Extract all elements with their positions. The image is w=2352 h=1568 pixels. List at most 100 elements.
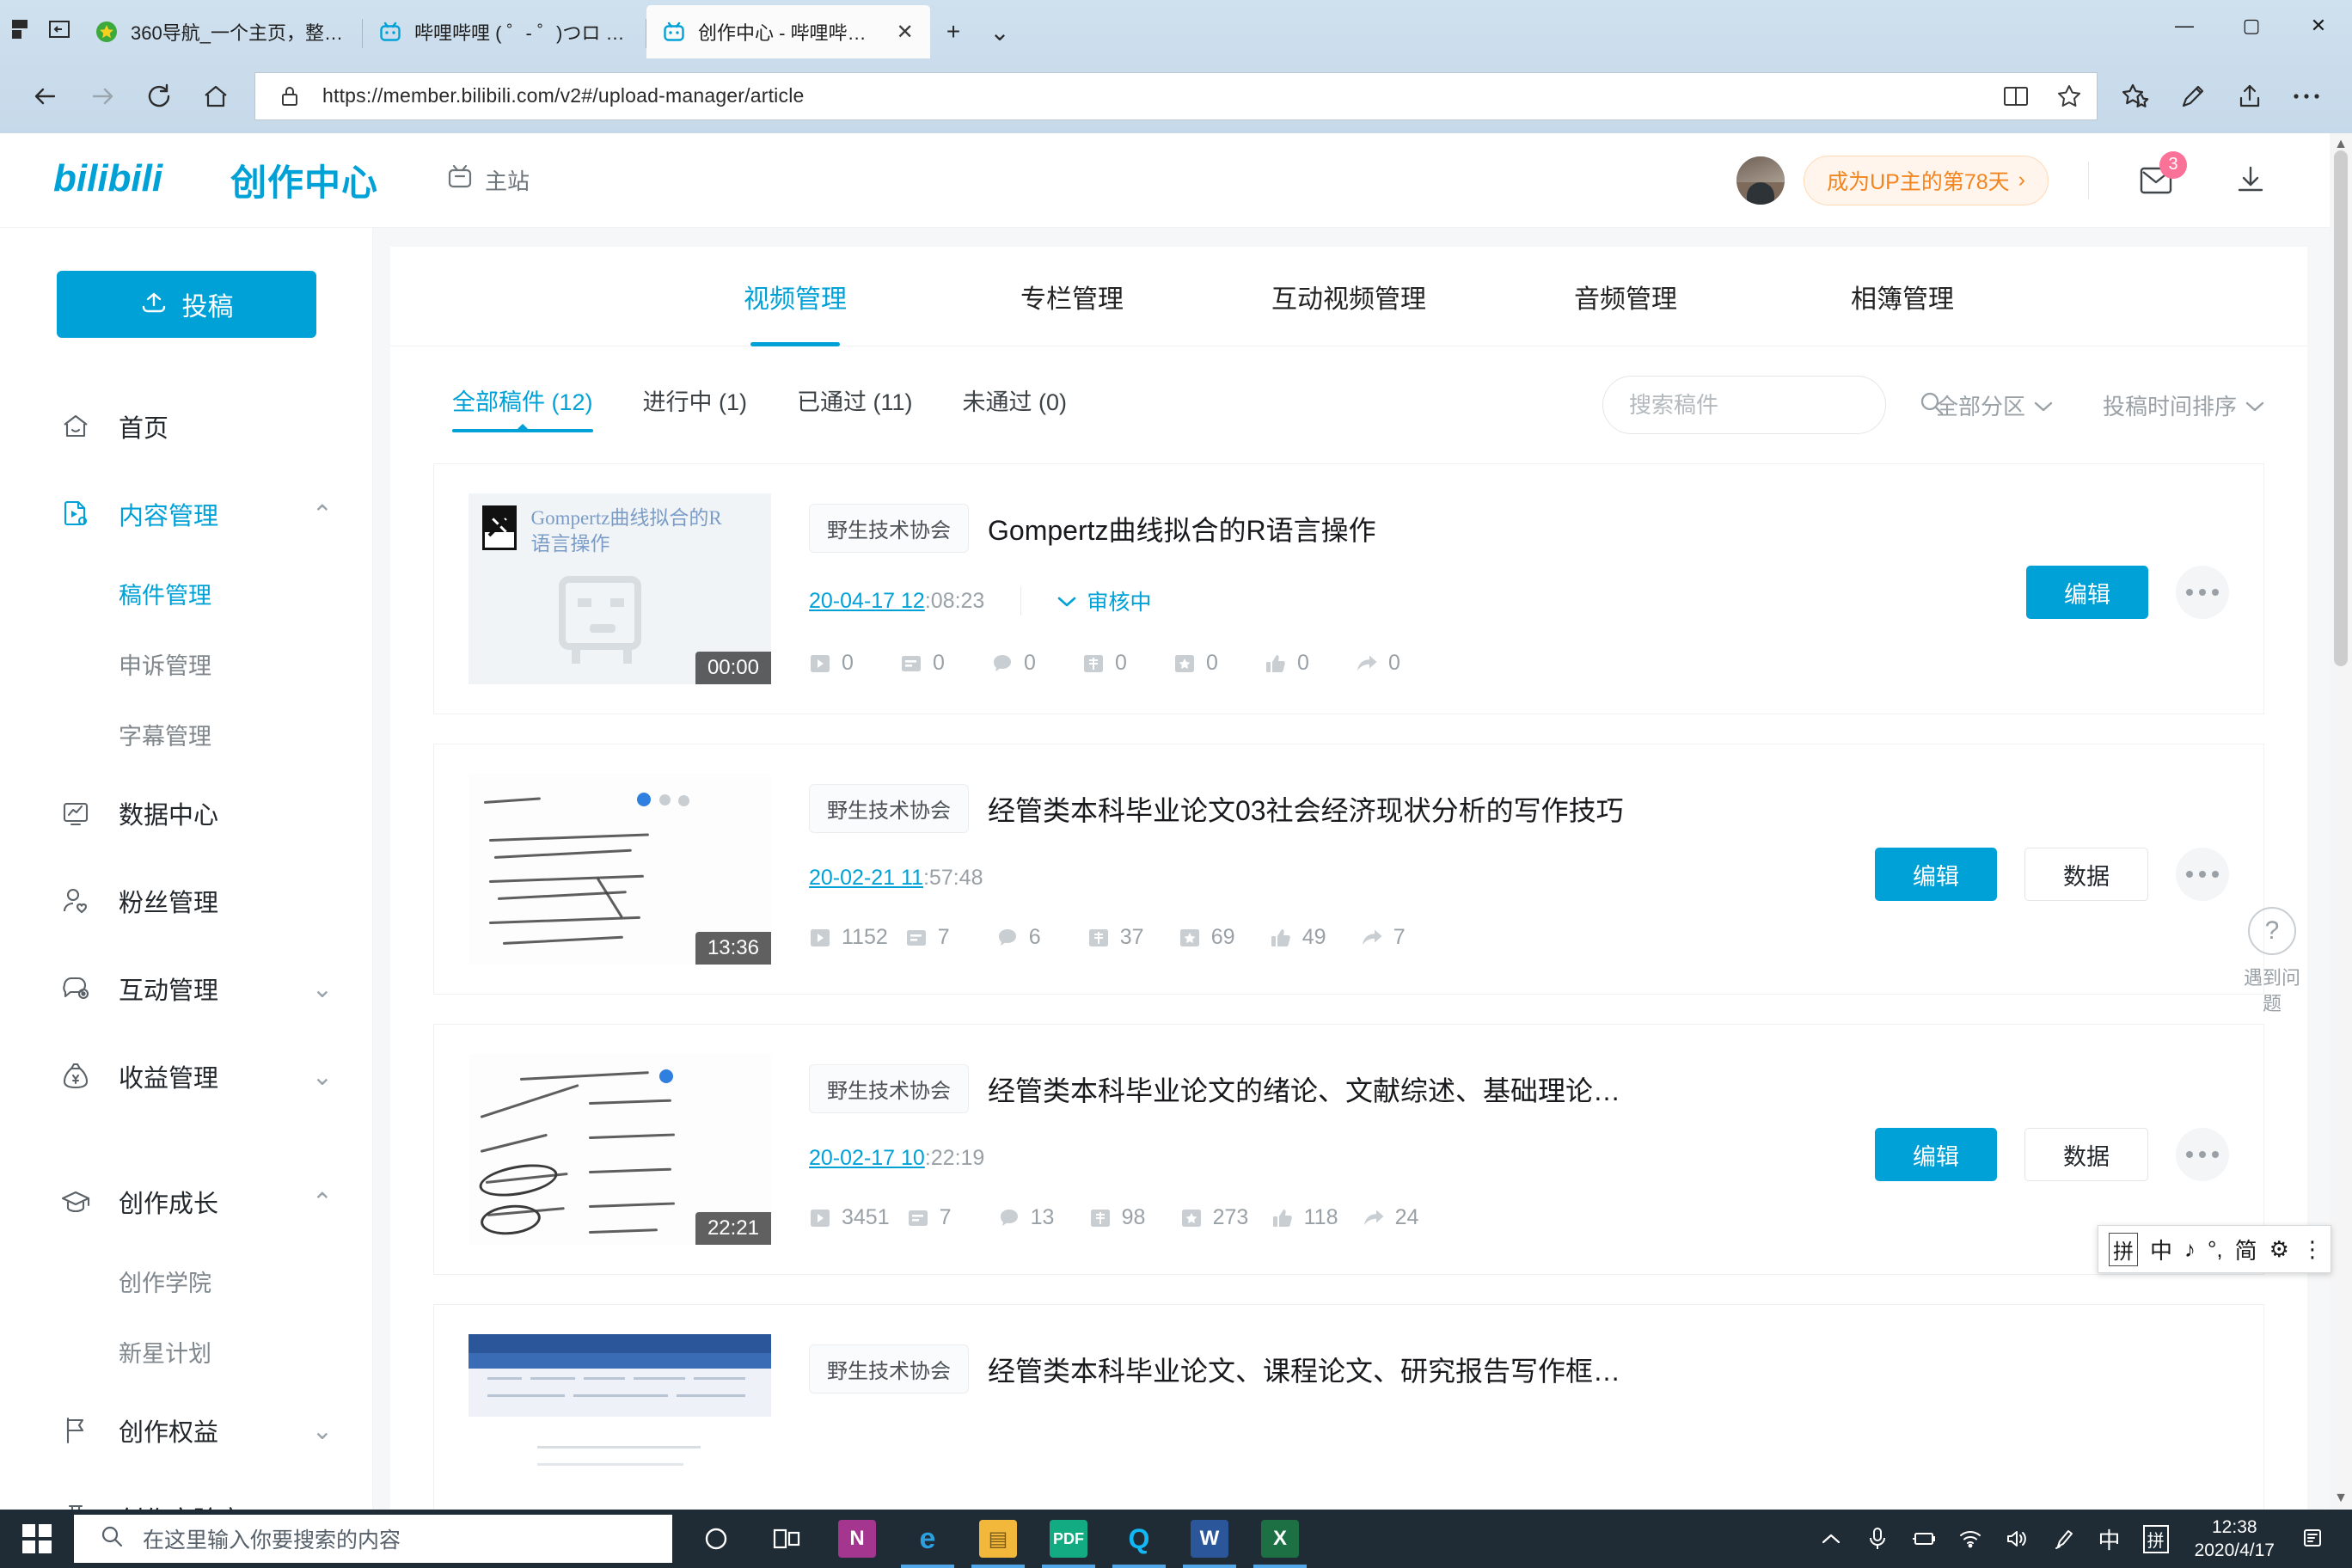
table-row[interactable]: 野生技术协会 经管类本科毕业论文、课程论文、研究报告写作框…	[433, 1304, 2264, 1510]
help-widget[interactable]: ? 遇到问题	[2235, 907, 2309, 1016]
sort-select[interactable]: 投稿时间排序	[2103, 389, 2264, 421]
ime-punctuation-icon[interactable]: °,	[2208, 1236, 2223, 1263]
download-icon[interactable]	[2223, 153, 2278, 208]
sidebar-item-interaction[interactable]: 互动管理 ⌄	[0, 945, 372, 1032]
edit-button[interactable]: 编辑	[2026, 566, 2148, 619]
filter-rejected[interactable]: 未通过 (0)	[963, 383, 1068, 427]
taskbar-app-excel[interactable]: X	[1245, 1510, 1315, 1568]
sidebar-subitem-academy[interactable]: 创作学院	[0, 1246, 372, 1316]
taskbar-app-onenote[interactable]: N	[822, 1510, 892, 1568]
ime-note-icon[interactable]: ♪	[2184, 1236, 2196, 1263]
reload-icon[interactable]	[132, 70, 186, 123]
tab-column-management[interactable]: 专栏管理	[934, 247, 1210, 346]
address-bar[interactable]: https://member.bilibili.com/v2#/upload-m…	[254, 71, 2098, 120]
forward-icon[interactable]	[76, 70, 129, 123]
search-input[interactable]	[1628, 391, 1917, 419]
video-thumbnail[interactable]: 13:36	[469, 774, 771, 965]
search-box[interactable]	[1602, 376, 1944, 434]
close-tab-icon[interactable]: ✕	[893, 20, 916, 45]
chevron-up-icon[interactable]: ⌃	[312, 499, 333, 530]
table-row[interactable]: 22:21 野生技术协会 经管类本科毕业论文的绪论、文献综述、基础理论… 20-…	[433, 1024, 2264, 1275]
browser-tab-0[interactable]: 360导航_一个主页，整个世...	[79, 5, 363, 58]
ime-pinyin-tray[interactable]: 拼	[2133, 1510, 2179, 1568]
browser-tab-1[interactable]: 哔哩哔哩 ( ゜- ゜)つロ 干杯~	[363, 5, 646, 58]
share-icon[interactable]	[2223, 70, 2276, 123]
ime-mode-key[interactable]: 拼	[2109, 1232, 2138, 1266]
table-row[interactable]: ✕ Gompertz曲线拟合的R语言操作 00:00 野生技术协会 Gomper…	[433, 463, 2264, 714]
sidebar-item-growth[interactable]: 创作成长 ⌃	[0, 1158, 372, 1246]
close-window-button[interactable]: ✕	[2285, 0, 2352, 52]
task-view-icon[interactable]	[751, 1510, 822, 1568]
video-thumbnail[interactable]: ✕ Gompertz曲线拟合的R语言操作 00:00	[469, 493, 771, 684]
taskbar-app-qq[interactable]: Q	[1104, 1510, 1174, 1568]
chevron-up-icon[interactable]: ⌃	[312, 1187, 333, 1217]
more-options-icon[interactable]	[2176, 566, 2229, 619]
filter-all[interactable]: 全部稿件 (12)	[452, 383, 593, 432]
reading-view-icon[interactable]	[1995, 76, 2037, 117]
tab-interactive-video-management[interactable]: 互动视频管理	[1210, 247, 1487, 346]
taskbar-app-pdf-reader[interactable]: PDF	[1033, 1510, 1104, 1568]
more-options-icon[interactable]	[2176, 848, 2229, 901]
table-row[interactable]: 13:36 野生技术协会 经管类本科毕业论文03社会经济现状分析的写作技巧 20…	[433, 744, 2264, 995]
sidebar-item-content-management[interactable]: 内容管理 ⌃	[0, 470, 372, 558]
avatar[interactable]	[1736, 156, 1785, 205]
browser-more-icon[interactable]	[2280, 70, 2333, 123]
scrollbar-thumb[interactable]	[2334, 150, 2348, 666]
wifi-icon[interactable]	[1947, 1510, 1994, 1568]
up-days-badge[interactable]: 成为UP主的第78天 ›	[1804, 155, 2049, 205]
ime-more-icon[interactable]: ⋮	[2301, 1236, 2324, 1263]
video-thumbnail[interactable]: 22:21	[469, 1054, 771, 1245]
notifications-icon[interactable]	[2290, 1510, 2337, 1568]
tab-video-management[interactable]: 视频管理	[657, 247, 934, 346]
status-badge[interactable]: 审核中	[1057, 585, 1151, 616]
site-logo[interactable]: bilibili 创作中心	[53, 154, 378, 206]
sidebar-subitem-appeals[interactable]: 申诉管理	[0, 628, 372, 699]
edit-button[interactable]: 编辑	[1875, 848, 1997, 901]
tab-audio-management[interactable]: 音频管理	[1487, 247, 1764, 346]
back-icon[interactable]	[19, 70, 72, 123]
video-thumbnail[interactable]	[469, 1334, 771, 1510]
chevron-down-icon[interactable]: ⌄	[312, 1416, 333, 1446]
favorite-star-icon[interactable]	[2049, 76, 2090, 117]
show-hidden-icons[interactable]	[1808, 1510, 1854, 1568]
mic-icon[interactable]	[1854, 1510, 1901, 1568]
tab-restore-icon[interactable]	[40, 0, 79, 58]
taskbar-search[interactable]: 在这里输入你要搜索的内容	[74, 1515, 672, 1563]
main-site-link[interactable]: 主站	[445, 162, 530, 198]
favorites-hub-icon[interactable]	[2110, 70, 2163, 123]
start-button[interactable]	[0, 1510, 74, 1568]
data-button[interactable]: 数据	[2024, 1128, 2148, 1181]
cortana-icon[interactable]	[681, 1510, 751, 1568]
filter-in-progress[interactable]: 进行中 (1)	[643, 383, 748, 427]
sidebar-item-data-center[interactable]: 数据中心	[0, 769, 372, 857]
video-title[interactable]: 经管类本科毕业论文的绪论、文献综述、基础理论…	[988, 1069, 1620, 1109]
minimize-button[interactable]: —	[2151, 0, 2218, 52]
maximize-button[interactable]: ▢	[2218, 0, 2285, 52]
sidebar-subitem-newstar[interactable]: 新星计划	[0, 1316, 372, 1387]
ime-lang-tray[interactable]: 中	[2086, 1510, 2133, 1568]
ime-language-toggle[interactable]: 中	[2150, 1234, 2172, 1265]
taskbar-app-file-explorer[interactable]: ▤	[963, 1510, 1033, 1568]
browser-tab-2[interactable]: 创作中心 - 哔哩哔哩弹幕 ✕	[646, 5, 930, 58]
home-icon[interactable]	[189, 70, 242, 123]
zone-select[interactable]: 全部分区	[1936, 389, 2053, 421]
sidebar-subitem-subtitles[interactable]: 字幕管理	[0, 699, 372, 769]
chevron-down-icon[interactable]: ⌄	[312, 974, 333, 1004]
video-title[interactable]: Gompertz曲线拟合的R语言操作	[988, 509, 1376, 548]
sidebar-item-revenue[interactable]: 收益管理 ⌄	[0, 1032, 372, 1120]
pen-icon[interactable]	[2040, 1510, 2086, 1568]
chevron-down-icon[interactable]: ⌄	[977, 5, 1023, 58]
volume-icon[interactable]	[1994, 1510, 2040, 1568]
sidebar-item-lab[interactable]: 创作实验室	[0, 1474, 372, 1510]
web-notes-icon[interactable]	[2166, 70, 2220, 123]
new-tab-button[interactable]: +	[930, 5, 977, 58]
sidebar-item-home[interactable]: 首页	[0, 383, 372, 470]
edit-button[interactable]: 编辑	[1875, 1128, 1997, 1181]
scroll-down-icon[interactable]: ▼	[2330, 1487, 2352, 1510]
messages-icon[interactable]: 3	[2128, 150, 2187, 208]
video-title[interactable]: 经管类本科毕业论文03社会经济现状分析的写作技巧	[988, 789, 1624, 829]
app-menu-icon[interactable]	[0, 0, 40, 58]
page-scrollbar[interactable]: ▲ ▼	[2330, 133, 2352, 1510]
video-title[interactable]: 经管类本科毕业论文、课程论文、研究报告写作框…	[988, 1350, 1620, 1389]
filter-approved[interactable]: 已通过 (11)	[797, 383, 913, 427]
